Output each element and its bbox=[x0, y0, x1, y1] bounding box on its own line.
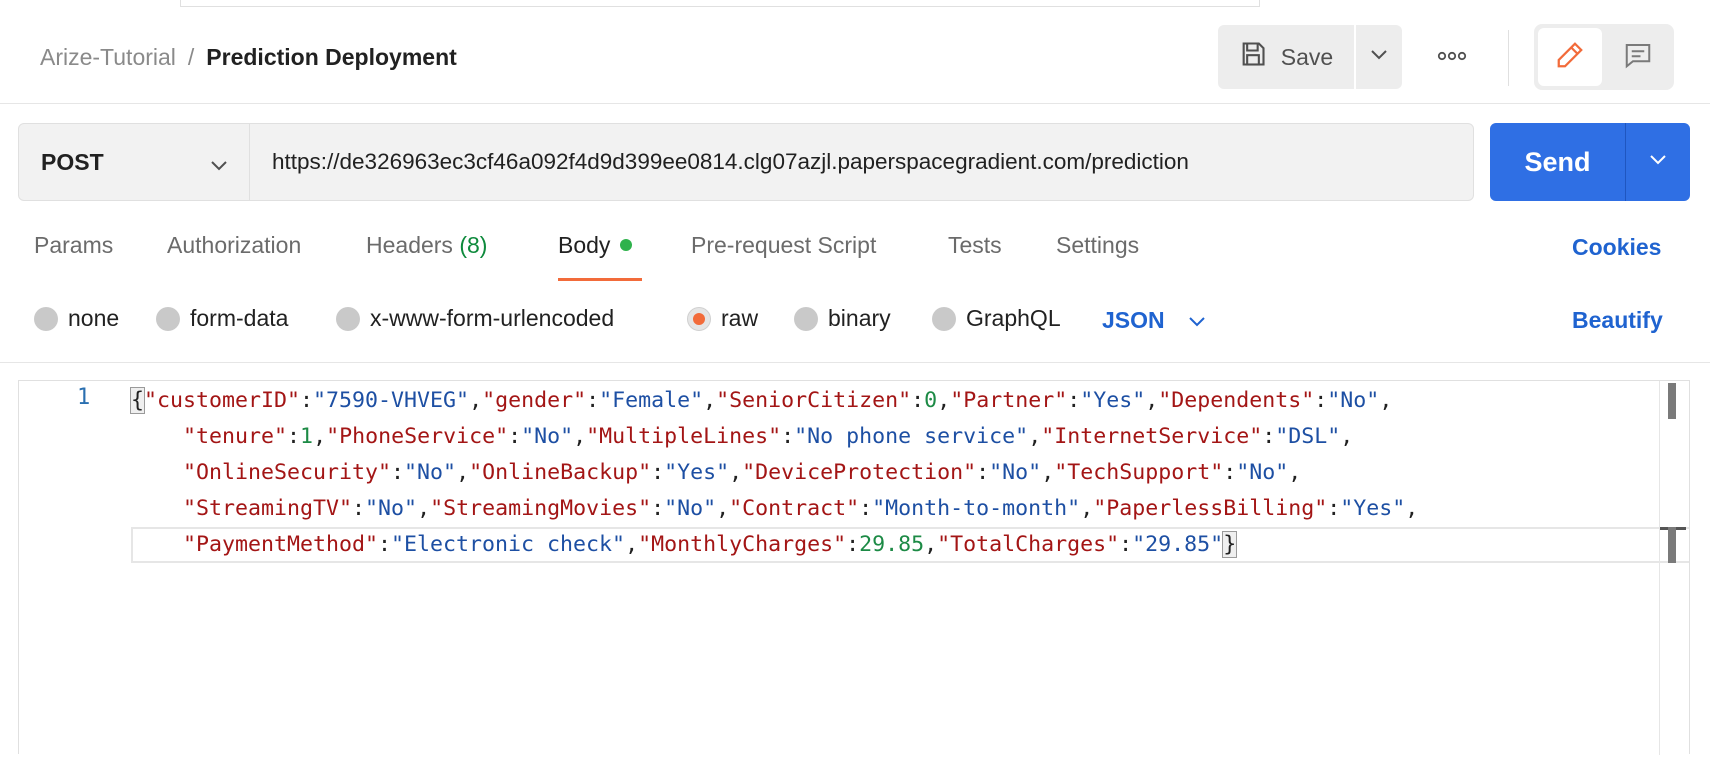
chevron-down-icon bbox=[1648, 153, 1668, 171]
body-type-label: form-data bbox=[190, 305, 289, 331]
request-header: Arize-Tutorial / Prediction Deployment S… bbox=[0, 8, 1710, 104]
toolbar-divider bbox=[1508, 30, 1509, 86]
json-body[interactable]: {"customerID":"7590-VHVEG","gender":"Fem… bbox=[129, 383, 1419, 563]
body-type-form-data[interactable]: form-data bbox=[156, 305, 288, 332]
scrollbar-marker bbox=[1668, 383, 1676, 419]
code-line: "tenure":1,"PhoneService":"No","Multiple… bbox=[183, 424, 1354, 449]
tab-strip-edge bbox=[180, 0, 1260, 7]
cookies-link[interactable]: Cookies bbox=[1572, 234, 1661, 261]
body-type-label: GraphQL bbox=[966, 305, 1061, 331]
body-type-label: none bbox=[68, 305, 120, 331]
body-type-label: raw bbox=[721, 305, 759, 331]
body-type-label: binary bbox=[828, 305, 891, 331]
chevron-down-icon bbox=[1187, 307, 1207, 334]
body-type-binary[interactable]: binary bbox=[794, 305, 891, 332]
tab-params[interactable]: Params bbox=[34, 232, 113, 259]
headers-count: (8) bbox=[459, 232, 488, 258]
tab-body[interactable]: Body bbox=[558, 232, 633, 259]
top-strip bbox=[0, 0, 1710, 8]
more-icon bbox=[1437, 48, 1467, 66]
comments-button[interactable] bbox=[1606, 28, 1670, 86]
breadcrumb: Arize-Tutorial / Prediction Deployment bbox=[40, 44, 457, 71]
section-divider bbox=[0, 362, 1710, 363]
breadcrumb-collection[interactable]: Arize-Tutorial bbox=[40, 44, 176, 71]
active-tab-underline bbox=[558, 278, 642, 281]
comment-icon bbox=[1623, 40, 1653, 75]
method-label: POST bbox=[41, 148, 104, 175]
view-mode-toggle bbox=[1534, 24, 1674, 90]
more-actions-button[interactable] bbox=[1424, 25, 1480, 89]
body-indicator-dot bbox=[620, 238, 633, 251]
save-options-button[interactable] bbox=[1354, 25, 1402, 89]
send-button[interactable]: Send bbox=[1490, 123, 1626, 201]
body-type-label: x-www-form-urlencoded bbox=[370, 305, 615, 331]
body-type-none[interactable]: none bbox=[34, 305, 119, 332]
save-button[interactable]: Save bbox=[1218, 25, 1354, 89]
tab-headers[interactable]: Headers (8) bbox=[366, 232, 487, 259]
radio-circle-checked bbox=[687, 306, 711, 331]
save-icon bbox=[1239, 40, 1267, 74]
code-line: {"customerID":"7590-VHVEG","gender":"Fem… bbox=[129, 387, 1393, 414]
breadcrumb-separator: / bbox=[187, 44, 195, 70]
line-number: 1 bbox=[77, 385, 91, 410]
edit-mode-button[interactable] bbox=[1538, 28, 1602, 86]
code-line: "StreamingTV":"No","StreamingMovies":"No… bbox=[183, 496, 1419, 521]
tab-pre-request-script[interactable]: Pre-request Script bbox=[691, 232, 876, 259]
send-group: Send bbox=[1490, 123, 1690, 201]
chevron-down-icon bbox=[1369, 48, 1389, 66]
code-line: "PaymentMethod":"Electronic check","Mont… bbox=[183, 531, 1238, 558]
pencil-icon bbox=[1555, 40, 1585, 75]
save-group: Save bbox=[1218, 25, 1402, 89]
code-editor[interactable]: 1 {"customerID":"7590-VHVEG","gender":"F… bbox=[18, 380, 1690, 755]
scrollbar-thumb[interactable] bbox=[1668, 527, 1676, 563]
request-name[interactable]: Prediction Deployment bbox=[206, 44, 456, 71]
tab-body-label: Body bbox=[558, 232, 611, 258]
raw-format-select[interactable]: JSON bbox=[1102, 307, 1207, 334]
raw-format-label: JSON bbox=[1102, 307, 1165, 333]
editor-scrollbar[interactable] bbox=[1659, 381, 1687, 755]
tab-authorization[interactable]: Authorization bbox=[167, 232, 301, 259]
radio-circle bbox=[932, 306, 956, 331]
radio-circle bbox=[336, 306, 360, 331]
method-select[interactable]: POST bbox=[18, 123, 250, 201]
beautify-link[interactable]: Beautify bbox=[1572, 307, 1663, 334]
tab-tests[interactable]: Tests bbox=[948, 232, 1002, 259]
tab-settings[interactable]: Settings bbox=[1056, 232, 1139, 259]
radio-circle bbox=[794, 306, 818, 331]
tab-headers-label: Headers bbox=[366, 232, 453, 258]
radio-circle bbox=[156, 306, 180, 331]
radio-circle bbox=[34, 306, 58, 331]
body-type-urlencoded[interactable]: x-www-form-urlencoded bbox=[336, 305, 614, 332]
url-input[interactable]: https://de326963ec3cf46a092f4d9d399ee081… bbox=[250, 123, 1474, 201]
send-options-button[interactable] bbox=[1626, 123, 1690, 201]
chevron-down-icon bbox=[209, 152, 229, 179]
body-type-graphql[interactable]: GraphQL bbox=[932, 305, 1061, 332]
save-label: Save bbox=[1280, 43, 1334, 70]
code-line: "OnlineSecurity":"No","OnlineBackup":"Ye… bbox=[183, 460, 1302, 485]
body-type-raw[interactable]: raw bbox=[687, 305, 758, 332]
